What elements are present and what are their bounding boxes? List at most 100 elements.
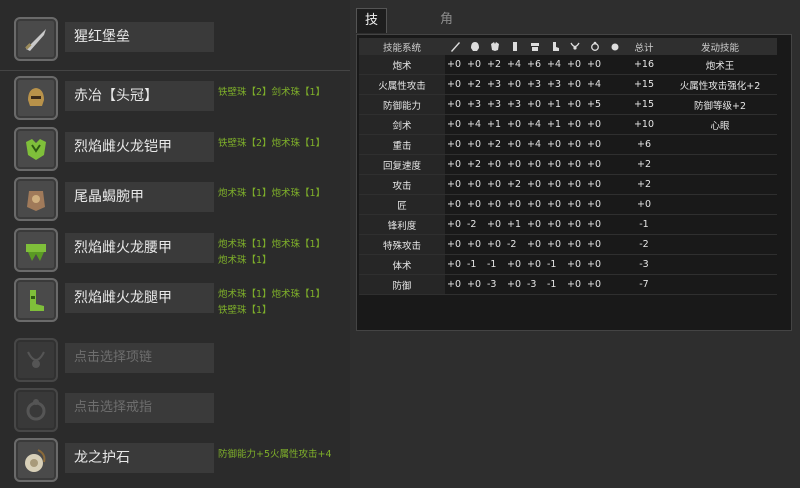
skill-value: +0 <box>485 194 505 215</box>
activated-skill <box>663 214 777 235</box>
equipment-list: 猩红堡垒 赤冶【头冠】 铁壁珠【2】剑术珠【1】 烈焰雌火龙铠甲 铁壁珠【2】炮术珠【1… <box>0 0 350 488</box>
chest-armor-icon[interactable] <box>14 127 58 171</box>
skill-name: 体术 <box>359 254 445 275</box>
skill-value: +0 <box>465 234 485 255</box>
skill-table-panel: 技能系统 总计 发动技能 炮术 +0 +0 +2 +4 +6 +4 +0 +0 +16 炮术王 火属性攻击… <box>356 34 792 331</box>
select-slot-button[interactable]: 点击选择项链 <box>65 343 214 373</box>
equipment-slot[interactable]: 龙之护石 防御能力+5火属性攻击+4 <box>0 435 350 485</box>
column-leg-icon <box>545 38 565 55</box>
skill-name: 重击 <box>359 134 445 155</box>
skill-value: +0 <box>445 134 465 155</box>
skill-total: -2 <box>625 234 663 255</box>
divider <box>0 70 350 71</box>
skill-value <box>605 94 625 115</box>
skill-value <box>605 214 625 235</box>
equipment-slot[interactable]: 烈焰雌火龙铠甲 铁壁珠【2】炮术珠【1】 <box>0 124 350 174</box>
decoration-list: 炮术珠【1】炮术珠【1】 铁壁珠【1】 <box>218 287 348 319</box>
table-row: 剑术 +0 +4 +1 +0 +4 +1 +0 +0 +10 心眼 <box>359 114 777 135</box>
skill-value: +3 <box>485 74 505 95</box>
equipment-name[interactable]: 尾晶蝎腕甲 <box>65 182 214 212</box>
equipment-slot[interactable]: 烈焰雌火龙腰甲 炮术珠【1】炮术珠【1】 炮术珠【1】 <box>0 225 350 275</box>
equipment-slot[interactable]: 赤冶【头冠】 铁壁珠【2】剑术珠【1】 <box>0 73 350 123</box>
skill-value: -1 <box>545 254 565 275</box>
skill-total: -3 <box>625 254 663 275</box>
select-slot-button[interactable]: 点击选择戒指 <box>65 393 214 423</box>
skill-value: -1 <box>465 254 485 275</box>
skill-value: +0 <box>585 214 605 235</box>
skill-value: +0 <box>585 174 605 195</box>
equipment-name[interactable]: 赤冶【头冠】 <box>65 81 214 111</box>
waist-armor-icon[interactable] <box>14 228 58 272</box>
skill-value: +2 <box>505 174 525 195</box>
arm-armor-icon[interactable] <box>14 177 58 221</box>
activated-skill <box>663 134 777 155</box>
equipment-slot[interactable]: 点击选择戒指 <box>0 385 350 435</box>
weapon-icon[interactable] <box>14 17 58 61</box>
skill-value: +0 <box>465 194 485 215</box>
table-header: 技能系统 总计 发动技能 <box>359 38 777 55</box>
equipment-name[interactable]: 猩红堡垒 <box>65 22 214 52</box>
skill-value <box>605 234 625 255</box>
skill-name: 攻击 <box>359 174 445 195</box>
skill-value: +1 <box>485 114 505 135</box>
skill-value: +0 <box>565 194 585 215</box>
decoration-list: 铁壁珠【2】剑术珠【1】 <box>218 85 348 101</box>
waist-icon <box>531 43 539 51</box>
tab-skill-details[interactable]: 技能详情 <box>356 8 388 100</box>
skill-value: -1 <box>485 254 505 275</box>
skill-value: +0 <box>565 74 585 95</box>
skill-value: +0 <box>485 174 505 195</box>
skill-total: +15 <box>625 74 663 95</box>
skill-value: +0 <box>445 55 465 75</box>
skill-value: +0 <box>545 214 565 235</box>
skill-value: +0 <box>445 174 465 195</box>
decoration-list: 防御能力+5火属性攻击+4 <box>218 447 348 463</box>
leg-armor-icon[interactable] <box>14 278 58 322</box>
equipment-slot[interactable]: 点击选择项链 <box>0 335 350 385</box>
skill-value: +0 <box>445 254 465 275</box>
skill-value: +0 <box>525 154 545 175</box>
skill-value: +0 <box>565 154 585 175</box>
helmet-icon[interactable] <box>14 76 58 120</box>
necklace-icon[interactable] <box>14 338 58 382</box>
equipment-name[interactable]: 烈焰雌火龙铠甲 <box>65 132 214 162</box>
skill-value: +0 <box>565 254 585 275</box>
skill-value: +0 <box>465 174 485 195</box>
equipment-name[interactable]: 龙之护石 <box>65 443 214 473</box>
skill-value: +0 <box>445 234 465 255</box>
skill-total: +6 <box>625 134 663 155</box>
skill-value: +0 <box>585 55 605 75</box>
table-row: 重击 +0 +0 +2 +0 +4 +0 +0 +0 +6 <box>359 134 777 155</box>
equipment-slot[interactable]: 猩红堡垒 <box>0 14 350 64</box>
skill-value: +0 <box>565 274 585 295</box>
skill-name: 火属性攻击 <box>359 74 445 95</box>
skill-value: +0 <box>445 74 465 95</box>
skill-value: +0 <box>545 154 565 175</box>
skill-value <box>605 174 625 195</box>
skill-value: +6 <box>525 55 545 75</box>
skill-value: +0 <box>585 274 605 295</box>
activated-skill <box>663 154 777 175</box>
skill-value: +0 <box>445 194 465 215</box>
skill-value: +0 <box>505 114 525 135</box>
activated-skill: 炮术王 <box>663 55 777 75</box>
skill-total: +15 <box>625 94 663 115</box>
skill-value: +0 <box>465 55 485 75</box>
equipment-slot[interactable]: 尾晶蝎腕甲 炮术珠【1】炮术珠【1】 <box>0 174 350 224</box>
skill-value: +0 <box>565 174 585 195</box>
skill-value: +0 <box>445 274 465 295</box>
equipment-name[interactable]: 烈焰雌火龙腰甲 <box>65 233 214 263</box>
column-chest-icon <box>485 38 505 55</box>
equipment-slot[interactable]: 烈焰雌火龙腿甲 炮术珠【1】炮术珠【1】 铁壁珠【1】 <box>0 275 350 325</box>
skill-value: +0 <box>525 234 545 255</box>
table-row: 体术 +0 -1 -1 +0 +0 -1 +0 +0 -3 <box>359 254 777 275</box>
talisman-icon[interactable] <box>14 438 58 482</box>
arm-icon <box>513 42 517 51</box>
skill-total: +2 <box>625 174 663 195</box>
skill-table: 技能系统 总计 发动技能 炮术 +0 +0 +2 +4 +6 +4 +0 +0 +16 炮术王 火属性攻击… <box>359 38 777 295</box>
equipment-name[interactable]: 烈焰雌火龙腿甲 <box>65 283 214 313</box>
skill-value: +0 <box>565 114 585 135</box>
ring-icon[interactable] <box>14 388 58 432</box>
tab-character-info[interactable]: 角色信息 <box>432 8 461 99</box>
column-weapon-icon <box>445 38 465 55</box>
